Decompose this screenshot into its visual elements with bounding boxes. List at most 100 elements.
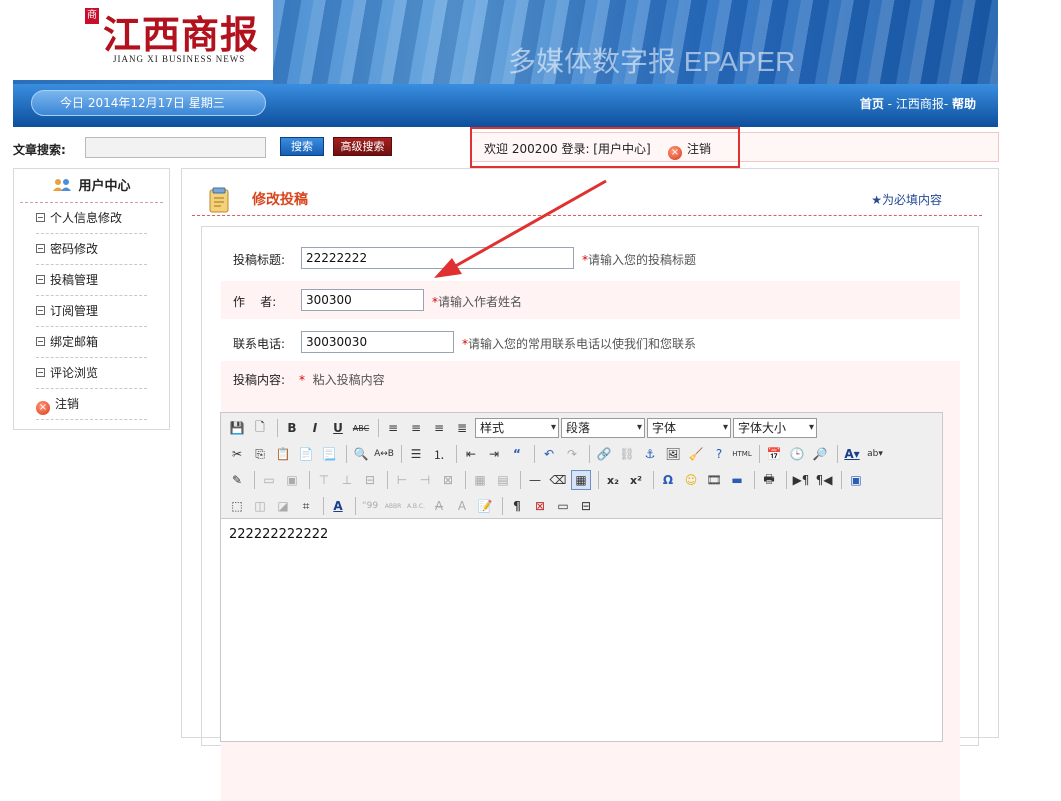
print-icon[interactable]: 🖶 — [759, 470, 779, 490]
numbered-list-icon[interactable]: ⒈ — [429, 444, 449, 464]
outdent-icon[interactable]: ⇤ — [461, 444, 481, 464]
edit-table-icon[interactable]: ✎ — [227, 470, 247, 490]
redo-icon[interactable]: ↷ — [562, 444, 582, 464]
abbreviation-icon[interactable]: ABBR — [383, 496, 403, 516]
move-backward-icon[interactable]: ◪ — [273, 496, 293, 516]
find-icon[interactable]: 🔍 — [351, 444, 371, 464]
anchor-icon[interactable]: ⚓ — [640, 444, 660, 464]
align-center-icon[interactable]: ≡ — [406, 418, 426, 438]
editor-content-area[interactable]: 222222222222 — [221, 519, 942, 550]
insert-layer-icon[interactable]: ⬚ — [227, 496, 247, 516]
advanced-search-button[interactable]: 高级搜索 — [333, 137, 392, 156]
phone-input[interactable]: 30030030 — [301, 331, 454, 353]
align-left-icon[interactable]: ≡ — [383, 418, 403, 438]
styles-props-icon[interactable]: A — [328, 496, 348, 516]
preview-icon[interactable]: 🔎 — [810, 444, 830, 464]
undo-icon[interactable]: ↶ — [539, 444, 559, 464]
style-select[interactable]: 样式 — [475, 418, 559, 438]
align-justify-icon[interactable]: ≣ — [452, 418, 472, 438]
nav-home-link[interactable]: 首页 — [860, 97, 884, 111]
title-input[interactable]: 22222222 — [301, 247, 574, 269]
emotions-icon[interactable]: ☺ — [681, 470, 701, 490]
author-input[interactable]: 300300 — [301, 289, 424, 311]
merge-cells-icon[interactable]: ▤ — [493, 470, 513, 490]
bullet-list-icon[interactable]: ☰ — [406, 444, 426, 464]
align-right-icon[interactable]: ≡ — [429, 418, 449, 438]
insert-time-icon[interactable]: 🕒 — [787, 444, 807, 464]
blockquote-icon[interactable]: “ — [507, 444, 527, 464]
table-cell-props-icon[interactable]: ▣ — [282, 470, 302, 490]
indent-icon[interactable]: ⇥ — [484, 444, 504, 464]
acronym-icon[interactable]: A.B.C. — [406, 496, 426, 516]
cut-icon[interactable]: ✂ — [227, 444, 247, 464]
move-forward-icon[interactable]: ◫ — [250, 496, 270, 516]
rtl-icon[interactable]: ¶◀ — [814, 470, 834, 490]
welcome-text[interactable]: 欢迎 200200 登录: [用户中心] — [484, 140, 651, 157]
delete-col-icon[interactable]: ⊠ — [438, 470, 458, 490]
html-source-icon[interactable]: HTML — [732, 444, 752, 464]
template-icon[interactable]: ▭ — [553, 496, 573, 516]
paste-word-icon[interactable]: 📃 — [319, 444, 339, 464]
cleanup-icon[interactable]: 🧹 — [686, 444, 706, 464]
ltr-icon[interactable]: ▶¶ — [791, 470, 811, 490]
help-icon[interactable]: ? — [709, 444, 729, 464]
sidebar-item-submissions[interactable]: 投稿管理 — [36, 265, 147, 296]
bold-icon[interactable]: B — [282, 418, 302, 438]
insert-row-before-icon[interactable]: ⊤ — [314, 470, 334, 490]
cite-icon[interactable]: “99 — [360, 496, 380, 516]
superscript-icon[interactable]: x² — [626, 470, 646, 490]
show-blocks-icon[interactable]: ¶ — [507, 496, 527, 516]
insert-row-after-icon[interactable]: ⊥ — [337, 470, 357, 490]
link-icon[interactable]: 🔗 — [594, 444, 614, 464]
highlight-color-icon[interactable]: ab▾ — [865, 444, 885, 464]
nav-help-link[interactable]: 帮助 — [952, 97, 976, 111]
fullscreen-icon[interactable]: ▣ — [846, 470, 866, 490]
nav-site-link[interactable]: 江西商报 — [896, 97, 944, 111]
strikethrough-icon[interactable]: ABC — [351, 418, 371, 438]
underline-icon[interactable]: U — [328, 418, 348, 438]
new-document-icon[interactable]: 🗋 — [250, 418, 270, 438]
logout-link-top[interactable]: × 注销 — [668, 140, 711, 160]
search-button[interactable]: 搜索 — [280, 137, 324, 156]
deletion-icon[interactable]: A — [429, 496, 449, 516]
paragraph-select[interactable]: 段落 — [561, 418, 645, 438]
save-icon[interactable]: 💾 — [227, 418, 247, 438]
pagebreak-icon[interactable]: ⊟ — [576, 496, 596, 516]
sidebar-item-password[interactable]: 密码修改 — [36, 234, 147, 265]
unlink-icon[interactable]: ⛓ — [617, 444, 637, 464]
horizontal-rule-icon[interactable]: — — [525, 470, 545, 490]
sidebar-item-logout[interactable]: × 注销 — [36, 389, 147, 420]
advanced-hr-icon[interactable]: ▬ — [727, 470, 747, 490]
search-input[interactable] — [85, 137, 266, 158]
subscript-icon[interactable]: x₂ — [603, 470, 623, 490]
special-char-icon[interactable]: Ω — [658, 470, 678, 490]
italic-icon[interactable]: I — [305, 418, 325, 438]
form-row-author: 作 者: 300300 *请输入作者姓名 — [221, 281, 960, 319]
insertion-icon[interactable]: A — [452, 496, 472, 516]
font-size-select[interactable]: 字体大小 — [733, 418, 817, 438]
insert-date-icon[interactable]: 📅 — [764, 444, 784, 464]
visual-aid-icon[interactable]: ▦ — [571, 470, 591, 490]
sidebar-item-profile[interactable]: 个人信息修改 — [36, 203, 147, 234]
table-row-props-icon[interactable]: ▭ — [259, 470, 279, 490]
sidebar-item-comments[interactable]: 评论浏览 — [36, 358, 147, 389]
text-color-icon[interactable]: A▾ — [842, 444, 862, 464]
copy-icon[interactable]: ⎘ — [250, 444, 270, 464]
insert-col-before-icon[interactable]: ⊢ — [392, 470, 412, 490]
delete-row-icon[interactable]: ⊟ — [360, 470, 380, 490]
paste-icon[interactable]: 📋 — [273, 444, 293, 464]
sidebar-item-label: 绑定邮箱 — [50, 335, 99, 349]
image-icon[interactable]: 🖼 — [663, 444, 683, 464]
sidebar-item-bind-email[interactable]: 绑定邮箱 — [36, 327, 147, 358]
absolute-position-icon[interactable]: ⌗ — [296, 496, 316, 516]
replace-icon[interactable]: A↔B — [374, 444, 394, 464]
media-icon[interactable]: 🎞 — [704, 470, 724, 490]
attributes-icon[interactable]: 📝 — [475, 496, 495, 516]
sidebar-item-subscriptions[interactable]: 订阅管理 — [36, 296, 147, 327]
insert-col-after-icon[interactable]: ⊣ — [415, 470, 435, 490]
font-select[interactable]: 字体 — [647, 418, 731, 438]
nonbreaking-icon[interactable]: ⊠ — [530, 496, 550, 516]
split-cells-icon[interactable]: ▦ — [470, 470, 490, 490]
eraser-icon[interactable]: ⌫ — [548, 470, 568, 490]
paste-text-icon[interactable]: 📄 — [296, 444, 316, 464]
